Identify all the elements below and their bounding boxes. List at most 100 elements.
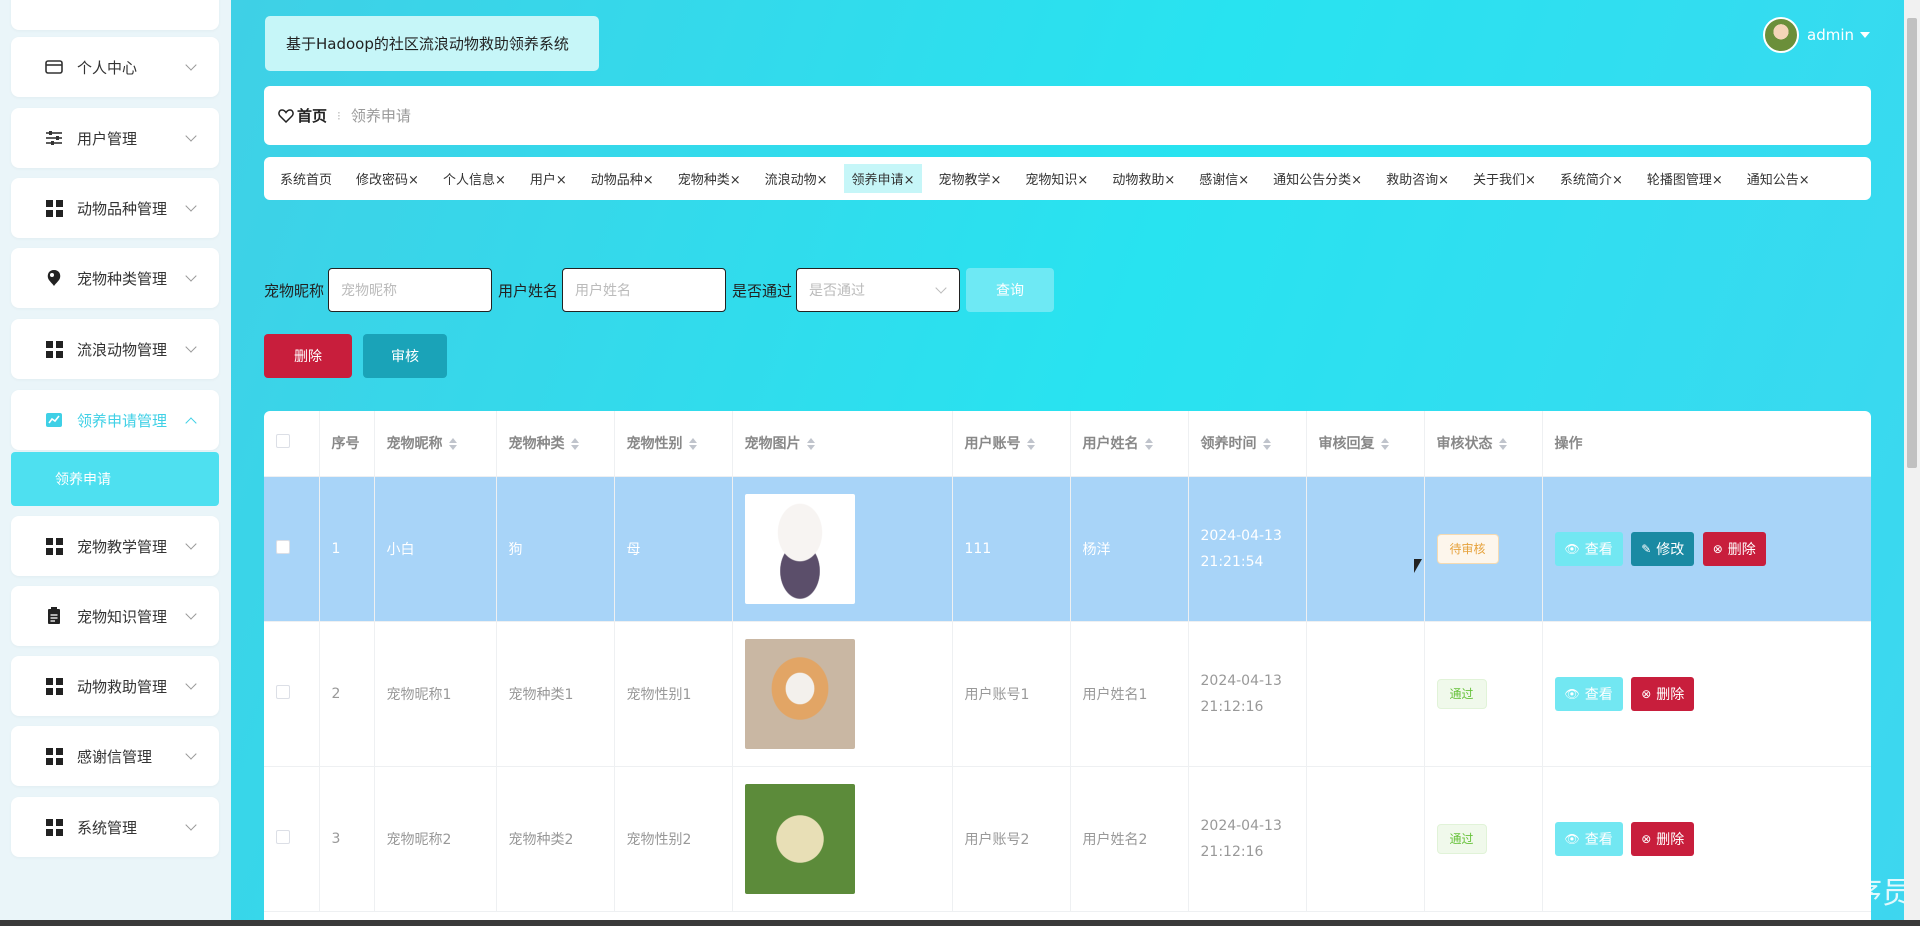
sidebar-item-adoption-application[interactable]: 领养申请管理	[11, 390, 219, 450]
pet-photo[interactable]	[744, 493, 855, 604]
sidebar-item-personal-center[interactable]: 个人中心	[11, 37, 219, 97]
eye-icon: 👁	[1564, 831, 1580, 846]
close-icon[interactable]: ×	[1164, 173, 1175, 188]
close-icon[interactable]: ×	[817, 173, 828, 188]
row-delete-button[interactable]: ⊗ 删除	[1631, 676, 1695, 711]
row-checkbox[interactable]	[276, 684, 290, 699]
row-select-cell[interactable]	[264, 766, 320, 912]
audit-button[interactable]: 审核	[363, 334, 447, 378]
row-delete-button[interactable]: ⊗ 删除	[1702, 531, 1766, 566]
close-icon[interactable]: ×	[643, 173, 654, 188]
tag-item[interactable]: 个人信息×	[435, 164, 514, 193]
row-checkbox[interactable]	[276, 829, 290, 844]
row-delete-button[interactable]: ⊗ 删除	[1631, 821, 1695, 856]
query-button[interactable]: 查询	[966, 268, 1055, 312]
tag-item[interactable]: 感谢信×	[1191, 164, 1257, 193]
tag-item[interactable]: 修改密码×	[348, 164, 427, 193]
column-header[interactable]: 审核回复	[1306, 411, 1425, 477]
table-row[interactable]: 1 小白 狗 母 111 杨洋 2024-04-13 21:21:54 待审核 👁…	[264, 476, 1871, 622]
user-name-label: 用户姓名	[498, 281, 559, 300]
tag-item[interactable]: 动物救助×	[1104, 164, 1183, 193]
column-header[interactable]: 宠物性别	[614, 411, 733, 477]
row-checkbox[interactable]	[276, 539, 290, 554]
close-icon[interactable]: ×	[1712, 173, 1723, 188]
close-icon[interactable]: ×	[1799, 173, 1810, 188]
column-header[interactable]: 宠物图片	[732, 411, 953, 477]
sort-icon[interactable]	[1380, 438, 1389, 451]
user-name-input[interactable]: 用户姓名	[562, 268, 727, 312]
pet-photo[interactable]	[744, 783, 855, 894]
sort-icon[interactable]	[448, 438, 457, 451]
approved-select[interactable]: 是否通过	[796, 268, 961, 312]
table-row[interactable]: 2 宠物昵称1 宠物种类1 宠物性别1 用户账号1 用户姓名1 2024-04-…	[264, 621, 1871, 767]
sidebar-item-user-management[interactable]: 用户管理	[11, 108, 219, 168]
scrollbar-thumb[interactable]	[1907, 18, 1917, 468]
tag-item[interactable]: 通知公告×	[1739, 164, 1818, 193]
close-icon[interactable]: ×	[495, 173, 506, 188]
tag-item[interactable]: 宠物种类×	[670, 164, 749, 193]
tag-item[interactable]: 通知公告分类×	[1265, 164, 1370, 193]
tag-item[interactable]: 宠物知识×	[1017, 164, 1096, 193]
tag-item[interactable]: 流浪动物×	[757, 164, 836, 193]
close-icon[interactable]: ×	[556, 173, 567, 188]
tag-item[interactable]: 轮播图管理×	[1639, 164, 1731, 193]
tag-item[interactable]: 系统简介×	[1552, 164, 1631, 193]
view-button[interactable]: 👁 查看	[1554, 676, 1623, 711]
row-select-cell[interactable]	[264, 621, 320, 767]
sidebar-item-top-partial[interactable]	[11, 0, 219, 30]
column-header[interactable]: 用户账号	[952, 411, 1071, 477]
tag-item[interactable]: 救助咨询×	[1378, 164, 1457, 193]
view-button[interactable]: 👁 查看	[1554, 821, 1623, 856]
sidebar-item-system-management[interactable]: 系统管理	[11, 797, 219, 857]
close-icon[interactable]: ×	[1438, 173, 1449, 188]
column-header[interactable]: 领养时间	[1188, 411, 1307, 477]
view-label: 查看	[1584, 686, 1613, 703]
sidebar-subitem-adoption[interactable]: 领养申请	[11, 452, 219, 506]
sort-icon[interactable]	[1144, 438, 1153, 451]
user-menu[interactable]: admin	[1763, 17, 1870, 53]
close-icon[interactable]: ×	[990, 173, 1001, 188]
page-scrollbar[interactable]	[1904, 0, 1920, 926]
select-all-checkbox[interactable]	[276, 434, 290, 449]
close-icon[interactable]: ×	[408, 173, 419, 188]
close-icon[interactable]: ×	[1077, 173, 1088, 188]
sort-icon[interactable]	[570, 438, 579, 451]
sidebar-item-pet-type[interactable]: 宠物种类管理	[11, 248, 219, 308]
table-row[interactable]: 3 宠物昵称2 宠物种类2 宠物性别2 用户账号2 用户姓名2 2024-04-…	[264, 766, 1871, 912]
close-icon[interactable]: ×	[1238, 173, 1249, 188]
tag-item[interactable]: 用户×	[522, 164, 575, 193]
sidebar-item-thanks-letter[interactable]: 感谢信管理	[11, 726, 219, 786]
sort-icon[interactable]	[1026, 438, 1035, 451]
select-all-cell[interactable]	[264, 411, 320, 477]
column-header[interactable]: 审核状态	[1424, 411, 1543, 477]
close-icon[interactable]: ×	[730, 173, 741, 188]
tag-item[interactable]: 关于我们×	[1465, 164, 1544, 193]
tag-home[interactable]: 系统首页	[272, 164, 340, 193]
column-header[interactable]: 宠物种类	[496, 411, 615, 477]
column-header[interactable]: 用户姓名	[1070, 411, 1189, 477]
close-icon[interactable]: ×	[1351, 173, 1362, 188]
close-icon[interactable]: ×	[1525, 173, 1536, 188]
sidebar-item-animal-rescue[interactable]: 动物救助管理	[11, 656, 219, 716]
edit-button[interactable]: ✎ 修改	[1631, 531, 1695, 566]
sort-icon[interactable]	[1262, 438, 1271, 451]
sort-icon[interactable]	[1498, 438, 1507, 451]
sidebar-item-pet-teaching[interactable]: 宠物教学管理	[11, 516, 219, 576]
pet-photo[interactable]	[744, 638, 855, 749]
sort-icon[interactable]	[806, 438, 815, 451]
tag-item-active[interactable]: 领养申请×	[843, 164, 923, 193]
tag-item[interactable]: 动物品种×	[583, 164, 662, 193]
sidebar-item-animal-breed[interactable]: 动物品种管理	[11, 178, 219, 238]
breadcrumb-home[interactable]: 首页	[278, 105, 327, 126]
column-header[interactable]: 宠物昵称	[374, 411, 497, 477]
row-select-cell[interactable]	[264, 476, 320, 622]
close-icon[interactable]: ×	[904, 173, 915, 188]
close-icon[interactable]: ×	[1612, 173, 1623, 188]
pet-name-input[interactable]: 宠物昵称	[328, 268, 493, 312]
tag-item[interactable]: 宠物教学×	[930, 164, 1009, 193]
sort-icon[interactable]	[688, 438, 697, 451]
sidebar-item-pet-knowledge[interactable]: 宠物知识管理	[11, 586, 219, 646]
delete-button[interactable]: 删除	[264, 334, 352, 378]
sidebar-item-stray-animal[interactable]: 流浪动物管理	[11, 319, 219, 379]
view-button[interactable]: 👁 查看	[1554, 531, 1623, 566]
